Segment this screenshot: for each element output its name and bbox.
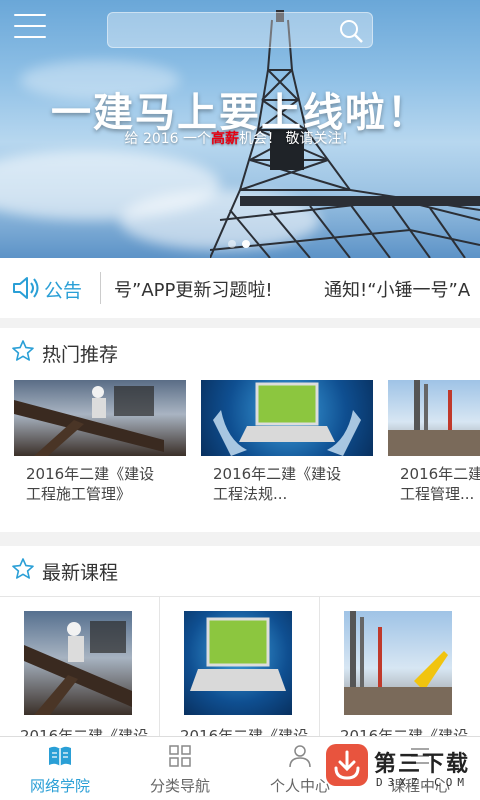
carousel-dot[interactable]: [228, 240, 236, 248]
nav-label: 网络学院: [29, 777, 90, 795]
user-icon: [289, 745, 311, 768]
course-card[interactable]: 2016年二建《建设: [160, 597, 320, 736]
section-title: 热门推荐: [42, 344, 119, 366]
nav-item-network-academy[interactable]: 网络学院: [0, 737, 120, 800]
course-title: 2016年二建《建设 工程施工管理》: [14, 464, 186, 504]
course-title-line: 工程施工管理》: [26, 485, 132, 503]
banner-subtitle-pre: 给 2016 一个: [124, 131, 212, 147]
nav-label: 分类导航: [149, 777, 210, 795]
banner-subtitle: 给 2016 一个高薪机会！ 敬请关注！: [0, 128, 480, 148]
divider: [100, 272, 101, 304]
latest-course-section: 最新课程 2016年二建《建设 2016年二建《建设 2016年二建《建设: [0, 546, 480, 736]
course-title: 2016年二建《建设 工程法规...: [201, 464, 373, 504]
course-card[interactable]: 2016年二建《建设 工程法规...: [201, 380, 373, 504]
course-thumbnail: [201, 380, 373, 456]
hot-course-list: 2016年二建《建设 工程施工管理》 2016年二建《建设 工程法规... 20…: [0, 380, 480, 530]
course-title: 2016年二建《建设: [20, 727, 149, 736]
carousel-indicators: [228, 240, 250, 248]
course-title: 2016年二建《建设: [180, 727, 309, 736]
banner-subtitle-highlight: 高薪: [211, 131, 240, 147]
watermark-logo: [326, 744, 368, 786]
menu-line: [14, 36, 46, 38]
course-title: 2016年二建《建设: [340, 727, 469, 736]
grid-icon: [169, 745, 191, 767]
notice-label: 公告: [44, 280, 83, 302]
search-input[interactable]: [107, 12, 373, 48]
banner-subtitle-post: 机会！ 敬请关注！: [239, 131, 356, 147]
course-thumbnail: [184, 611, 292, 715]
notice-bar[interactable]: 公告 号”APP更新习题啦! 通知!“小锤一号”A: [0, 258, 480, 318]
latest-course-list: 2016年二建《建设 2016年二建《建设 2016年二建《建设: [0, 596, 480, 736]
course-thumbnail: [388, 380, 480, 456]
course-thumbnail: [14, 380, 186, 456]
carousel-dot-active[interactable]: [242, 240, 250, 248]
search-icon[interactable]: [338, 18, 364, 44]
menu-button[interactable]: [14, 14, 46, 40]
course-thumbnail: [24, 611, 132, 715]
menu-line: [14, 14, 46, 16]
course-thumbnail: [344, 611, 452, 715]
course-card[interactable]: 2016年二建《建设: [0, 597, 160, 736]
course-title: 2016年二建 工程管理...: [388, 464, 480, 504]
course-card[interactable]: 2016年二建《建设: [320, 597, 480, 736]
section-header: 热门推荐: [0, 328, 480, 374]
banner-carousel[interactable]: 一建马上要上线啦！ 给 2016 一个高薪机会！ 敬请关注！: [0, 0, 480, 258]
course-title-line: 工程法规...: [213, 485, 288, 503]
course-title-line: 2016年二建: [400, 465, 480, 483]
course-card[interactable]: 2016年二建 工程管理...: [388, 380, 480, 504]
watermark: 第三下载 D3XZ.COM: [326, 742, 474, 796]
nav-item-category[interactable]: 分类导航: [120, 737, 240, 800]
book-icon: [49, 746, 71, 766]
menu-line: [14, 25, 46, 27]
star-icon: [12, 340, 34, 361]
hot-recommend-section: 热门推荐 2016年二建《建设 工程施工管理》 2016年二建《建设 工程法规.…: [0, 328, 480, 532]
course-card[interactable]: 2016年二建《建设 工程施工管理》: [14, 380, 186, 504]
watermark-subtext: D3XZ.COM: [376, 776, 469, 789]
watermark-text: 第三下载: [374, 752, 471, 777]
star-icon: [12, 558, 34, 579]
section-title: 最新课程: [42, 562, 119, 584]
course-title-line: 2016年二建《建设: [26, 465, 155, 483]
notice-item[interactable]: 号”APP更新习题啦!: [114, 276, 273, 302]
speaker-icon: [13, 277, 39, 299]
section-header: 最新课程: [0, 546, 480, 592]
notice-item[interactable]: 通知!“小锤一号”A: [324, 276, 470, 302]
course-title-line: 工程管理...: [400, 485, 475, 503]
course-title-line: 2016年二建《建设: [213, 465, 342, 483]
